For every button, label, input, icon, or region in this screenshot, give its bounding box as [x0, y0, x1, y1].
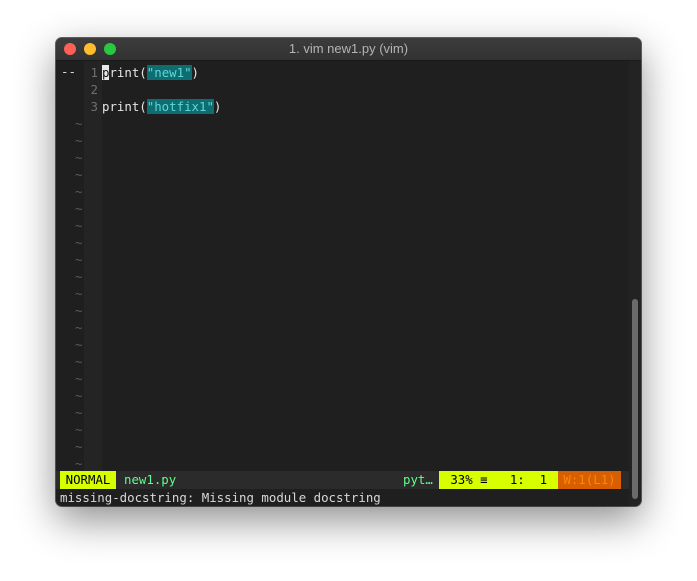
- empty-line-tilde: ~: [75, 184, 83, 199]
- empty-line-tilde: ~: [75, 133, 83, 148]
- code-text[interactable]: print("new1"): [102, 64, 199, 81]
- empty-line-tilde: ~: [75, 439, 83, 454]
- code-line-2[interactable]: 2: [56, 81, 629, 98]
- lint-warning-count: W:1(L1): [558, 471, 621, 489]
- line-number: 3: [90, 99, 98, 114]
- code-token: print(: [102, 99, 147, 114]
- scrollbar-thumb[interactable]: [632, 299, 638, 499]
- code-token: ): [213, 99, 222, 114]
- vim-editor[interactable]: -- 1 print("new1") 2 3 print("hotfix1") …: [56, 61, 629, 506]
- code-token: rint(: [109, 65, 147, 80]
- empty-line-tilde: ~: [75, 269, 83, 284]
- empty-line-tilde: ~: [75, 286, 83, 301]
- empty-line-tilde: ~: [75, 150, 83, 165]
- empty-line-tilde: ~: [75, 371, 83, 386]
- empty-line-tilde: ~: [75, 354, 83, 369]
- code-text[interactable]: print("hotfix1"): [102, 98, 221, 115]
- empty-line-tilde: ~: [75, 167, 83, 182]
- empty-line-tilde: ~: [75, 456, 83, 471]
- empty-line-tilde: ~: [75, 218, 83, 233]
- terminal-window: 1. vim new1.py (vim) -- 1 print("new1") …: [56, 38, 641, 506]
- cursor-position: 1: 1: [499, 471, 558, 489]
- line-number-gutter: [84, 61, 102, 471]
- empty-line-tilde: ~: [75, 201, 83, 216]
- file-name: new1.py: [124, 472, 177, 487]
- command-line-message: missing-docstring: Missing module docstr…: [60, 490, 381, 505]
- string-literal: "new1": [146, 65, 192, 80]
- file-type: pyt…: [403, 472, 433, 487]
- empty-line-tilde: ~: [75, 320, 83, 335]
- empty-line-tilde: ~: [75, 337, 83, 352]
- empty-line-tilde: ~: [75, 252, 83, 267]
- scroll-percent: 33% ≡: [439, 471, 499, 489]
- empty-line-tilde: ~: [75, 405, 83, 420]
- code-line-1[interactable]: 1 print("new1"): [56, 64, 629, 81]
- title-bar[interactable]: 1. vim new1.py (vim): [56, 38, 641, 61]
- code-line-3[interactable]: 3 print("hotfix1"): [56, 98, 629, 115]
- mode-indicator: NORMAL: [60, 471, 116, 489]
- empty-line-tilde: ~: [75, 116, 83, 131]
- string-literal: "hotfix1": [146, 99, 214, 114]
- line-number: 1: [90, 65, 98, 80]
- empty-line-tilde: ~: [75, 388, 83, 403]
- empty-line-tilde: ~: [75, 422, 83, 437]
- empty-line-tilde: ~: [75, 235, 83, 250]
- scrollbar[interactable]: [629, 61, 641, 506]
- vim-statusline: NORMAL new1.py pyt… 33% ≡ 1: 1 W:1(L1): [56, 471, 629, 489]
- line-number: 2: [90, 82, 98, 97]
- window-title: 1. vim new1.py (vim): [288, 41, 409, 56]
- code-token: ): [191, 65, 200, 80]
- empty-line-tilde: ~: [75, 303, 83, 318]
